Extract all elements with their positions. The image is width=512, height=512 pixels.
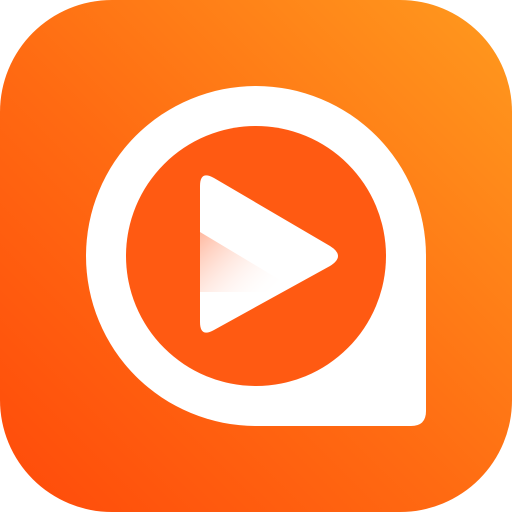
app-icon-canvas — [0, 0, 512, 512]
play-chat-bubble-icon — [0, 0, 512, 512]
